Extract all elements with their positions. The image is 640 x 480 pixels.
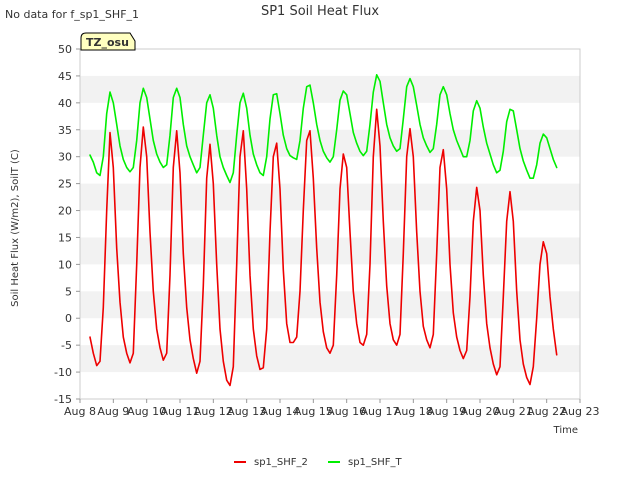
y-tick-label: 50 — [58, 43, 72, 56]
chart-title: SP1 Soil Heat Flux — [261, 4, 379, 19]
y-tick-label: 15 — [58, 231, 72, 244]
legend-label-sp1_SHF_2: sp1_SHF_2 — [254, 457, 308, 468]
legend-label-sp1_SHF_T: sp1_SHF_T — [348, 457, 403, 468]
tz-badge-label: TZ_osu — [86, 36, 129, 49]
grid-band — [80, 345, 580, 373]
y-axis-label: Soil Heat Flux (W/m2), SoilT (C) — [10, 149, 21, 307]
chart: -15-10-505101520253035404550 Aug 8 Aug 9A… — [0, 0, 640, 480]
x-tick-label: Aug 9 — [97, 405, 129, 418]
x-tick-label: Aug 8 — [64, 405, 96, 418]
y-tick-label: 0 — [65, 312, 72, 325]
y-tick-label: -5 — [61, 339, 72, 352]
y-tick-label: 10 — [58, 258, 72, 271]
y-tick-label: 20 — [58, 205, 72, 218]
tz-badge: TZ_osu — [80, 32, 136, 51]
y-tick-label: 45 — [58, 70, 72, 83]
y-tick-label: 25 — [58, 178, 72, 191]
x-tick-label: Aug 23 — [561, 405, 600, 418]
y-tick-label: 40 — [58, 97, 72, 110]
y-tick-label: -10 — [54, 366, 72, 379]
grid-band — [80, 183, 580, 211]
no-data-text: No data for f_sp1_SHF_1 — [5, 8, 139, 21]
y-tick-label: 5 — [65, 285, 72, 298]
y-tick-label: 35 — [58, 124, 72, 137]
grid-band — [80, 75, 580, 103]
y-tick-label: 30 — [58, 151, 72, 164]
x-axis-label: Time — [553, 425, 578, 436]
